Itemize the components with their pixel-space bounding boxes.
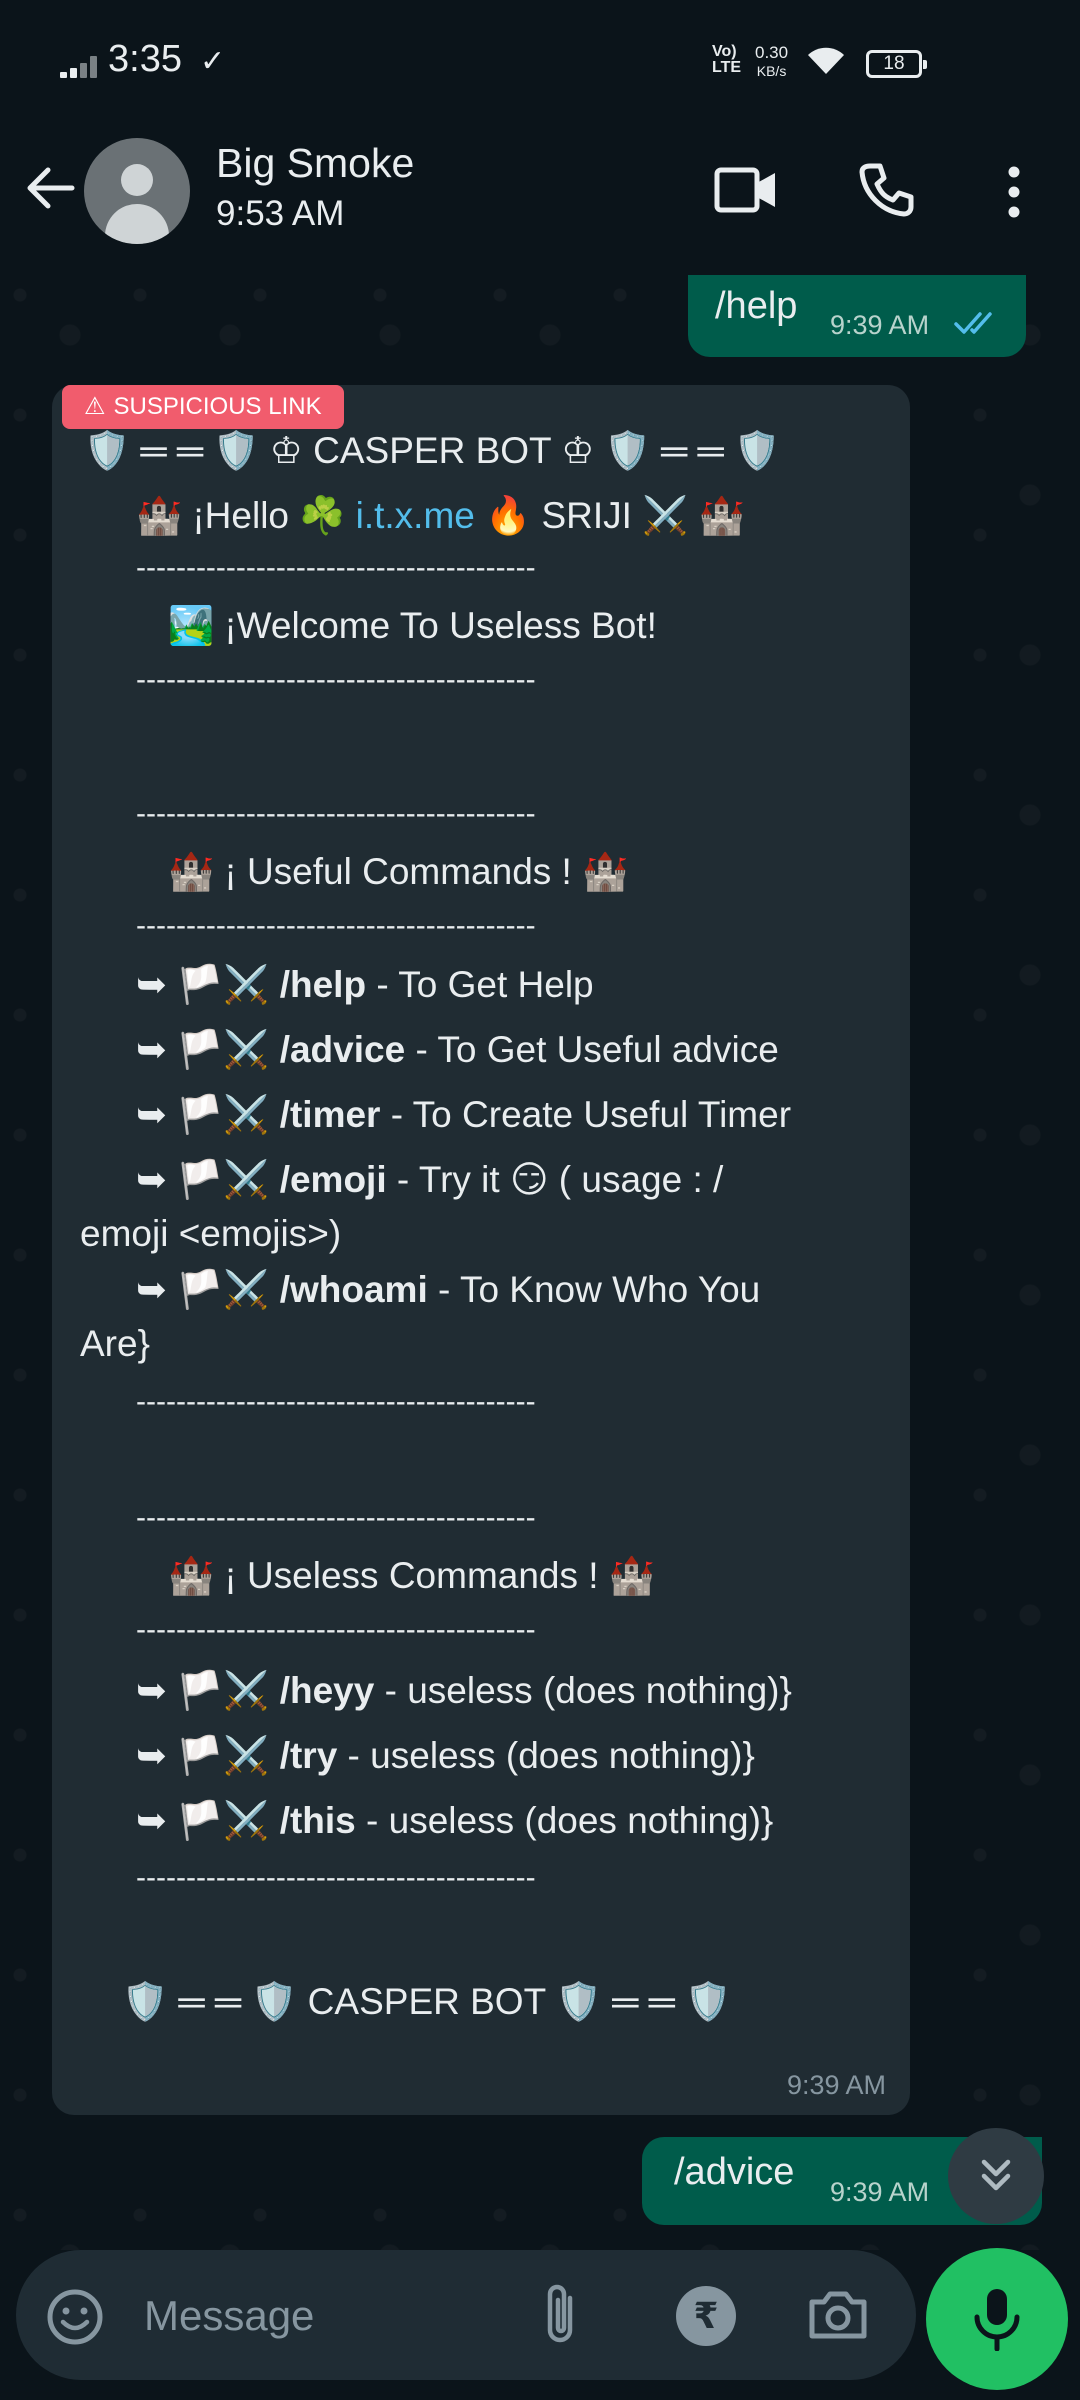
double-chevron-down-icon — [981, 2159, 1011, 2191]
separator: ---------------------------------------- — [136, 797, 536, 830]
read-ticks-icon — [954, 312, 992, 334]
bot-footer: 🛡️ ═ ═ 🛡️ CASPER BOT 🛡️ ═ ═ 🛡️ — [122, 1981, 732, 2022]
separator: ---------------------------------------- — [136, 551, 536, 584]
status-check-icon: ✓ — [200, 45, 226, 78]
welcome-line: 🏞️ ¡Welcome To Useless Bot! — [168, 605, 657, 646]
bot-title: 🛡️ ═ ═ 🛡️ ♔ CASPER BOT ♔ 🛡️ ═ ═ 🛡️ — [84, 430, 781, 471]
network-speed-value: 0.30 — [755, 43, 789, 62]
command-arrow: ➥ 🏳️⚔️ — [136, 964, 270, 1005]
wifi-icon — [808, 47, 844, 74]
rupee-payment-icon[interactable]: ₹ — [676, 2286, 736, 2346]
outgoing-message[interactable]: /help 9:39 AM — [688, 275, 1026, 357]
camera-icon[interactable] — [806, 2286, 870, 2342]
useful-commands-header: 🏰 ¡ Useful Commands ! 🏰 — [168, 851, 629, 892]
command-arrow: ➥ 🏳️⚔️ — [136, 1029, 270, 1070]
command-desc: - useless (does nothing)} — [374, 1670, 792, 1711]
command-whoami: ➥ 🏳️⚔️ /whoami - To Know Who You — [136, 1268, 760, 1312]
command-timer: ➥ 🏳️⚔️ /timer - To Create Useful Timer — [136, 1093, 791, 1137]
video-call-icon[interactable] — [714, 165, 778, 215]
status-bar: 3:35 ✓ Vo) LTE 0.30 KB/s 18 — [0, 0, 1080, 130]
hello-line: 🏰 ¡Hello ☘️ i.t.x.me 🔥 SRIJI ⚔️ 🏰 — [136, 495, 745, 538]
command-try: ➥ 🏳️⚔️ /try - useless (does nothing)} — [136, 1734, 755, 1778]
scroll-to-bottom-button[interactable] — [948, 2128, 1044, 2224]
back-arrow-icon[interactable] — [22, 160, 78, 216]
command-arrow: ➥ 🏳️⚔️ — [136, 1800, 270, 1841]
contact-name[interactable]: Big Smoke — [216, 140, 414, 187]
message-input[interactable] — [144, 2286, 524, 2346]
command-help: ➥ 🏳️⚔️ /help - To Get Help — [136, 963, 594, 1007]
chat-header: Big Smoke 9:53 AM — [0, 130, 1080, 275]
command-whoami-cont: Are} — [80, 1323, 150, 1364]
message-input-bar: ₹ — [16, 2250, 916, 2380]
hello-suffix: 🔥 SRIJI ⚔️ 🏰 — [474, 495, 745, 536]
suspicious-link-label: SUSPICIOUS LINK — [113, 393, 322, 420]
command-heyy: ➥ 🏳️⚔️ /heyy - useless (does nothing)} — [136, 1669, 792, 1713]
command-emoji-cont: emoji <emojis>) — [80, 1213, 342, 1254]
command-arrow: ➥ 🏳️⚔️ — [136, 1269, 270, 1310]
command-this: ➥ 🏳️⚔️ /this - useless (does nothing)} — [136, 1799, 773, 1843]
command-name[interactable]: /this — [280, 1800, 356, 1841]
emoji-icon[interactable] — [46, 2288, 104, 2346]
command-name[interactable]: /try — [280, 1735, 338, 1776]
command-arrow: ➥ 🏳️⚔️ — [136, 1670, 270, 1711]
phone-call-icon[interactable] — [856, 160, 916, 220]
command-arrow: ➥ 🏳️⚔️ — [136, 1094, 270, 1135]
warning-icon: ⚠ — [84, 393, 106, 420]
separator: ---------------------------------------- — [136, 1613, 536, 1646]
command-arrow: ➥ 🏳️⚔️ — [136, 1735, 270, 1776]
voice-message-button[interactable] — [926, 2248, 1068, 2390]
incoming-message[interactable]: ⚠ SUSPICIOUS LINK 🛡️ ═ ═ 🛡️ ♔ CASPER BOT … — [52, 385, 910, 2115]
suspicious-link-badge[interactable]: ⚠ SUSPICIOUS LINK — [62, 385, 344, 429]
command-name[interactable]: /emoji — [280, 1159, 387, 1200]
separator: ---------------------------------------- — [136, 663, 536, 696]
signal-icon — [60, 56, 100, 78]
command-desc: - To Get Useful advice — [405, 1029, 779, 1070]
command-desc: - To Create Useful Timer — [380, 1094, 792, 1135]
network-speed-unit: KB/s — [756, 63, 787, 79]
avatar[interactable] — [84, 138, 190, 244]
message-text: /help — [715, 285, 798, 327]
paperclip-icon[interactable] — [536, 2280, 586, 2350]
command-name[interactable]: /timer — [280, 1094, 381, 1135]
more-vert-icon[interactable] — [1000, 162, 1028, 222]
message-time: 9:39 AM — [830, 2177, 930, 2207]
command-emoji: ➥ 🏳️⚔️ /emoji - Try it 😏 ( usage : / — [136, 1158, 723, 1202]
status-time: 3:35 — [108, 38, 182, 80]
useless-commands-header: 🏰 ¡ Useless Commands ! 🏰 — [168, 1555, 655, 1596]
command-name[interactable]: /whoami — [280, 1269, 428, 1310]
command-desc: - To Know Who You — [427, 1269, 761, 1310]
message-time: 9:39 AM — [786, 2070, 886, 2100]
command-desc: - useless (does nothing)} — [337, 1735, 755, 1776]
command-name[interactable]: /advice — [280, 1029, 405, 1070]
chat-area[interactable]: /help 9:39 AM ⚠ SUSPICIOUS LINK 🛡️ ═ ═ 🛡️… — [0, 275, 1080, 2250]
network-speed: 0.30 KB/s — [755, 44, 788, 80]
command-desc: - To Get Help — [366, 964, 594, 1005]
separator: ---------------------------------------- — [136, 1385, 536, 1418]
battery-icon: 18 — [866, 50, 927, 78]
command-advice: ➥ 🏳️⚔️ /advice - To Get Useful advice — [136, 1028, 779, 1072]
command-name[interactable]: /heyy — [280, 1670, 375, 1711]
hello-prefix: 🏰 ¡Hello ☘️ — [136, 495, 356, 536]
command-desc: - useless (does nothing)} — [355, 1800, 774, 1841]
separator: ---------------------------------------- — [136, 1861, 536, 1894]
lte-indicator: Vo) LTE — [712, 43, 742, 76]
command-name[interactable]: /help — [280, 964, 366, 1005]
command-arrow: ➥ 🏳️⚔️ — [136, 1159, 270, 1200]
command-desc: - Try it 😏 ( usage : / — [386, 1159, 724, 1200]
message-time: 9:39 AM — [830, 310, 930, 340]
separator: ---------------------------------------- — [136, 1501, 536, 1534]
separator: ---------------------------------------- — [136, 909, 536, 942]
contact-last-seen[interactable]: 9:53 AM — [216, 194, 344, 234]
mic-icon — [974, 2289, 1020, 2351]
message-text: /advice — [674, 2151, 795, 2193]
suspicious-link[interactable]: i.t.x.me — [356, 495, 475, 536]
